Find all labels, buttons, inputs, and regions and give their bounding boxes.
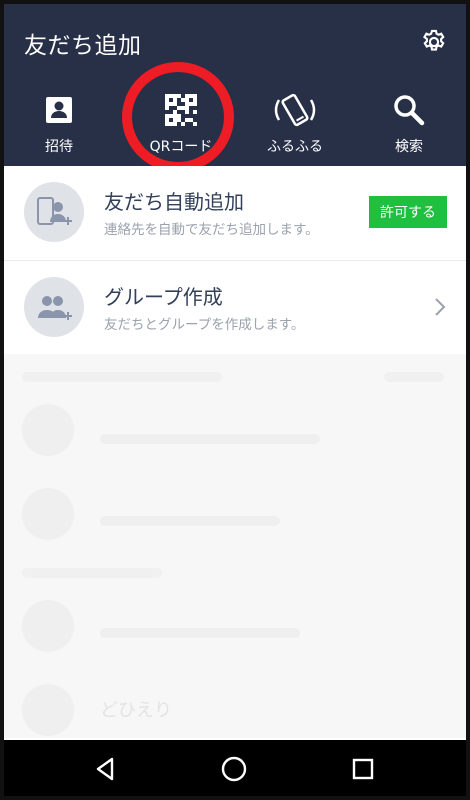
avatar: [22, 600, 74, 652]
tab-label: 検索: [395, 139, 423, 155]
tab-invite[interactable]: 招待: [4, 90, 114, 162]
group-add-icon: [24, 277, 84, 337]
row-subtitle: 連絡先を自動で友だち追加します。: [104, 222, 319, 238]
shake-phone-icon: [240, 92, 350, 128]
create-group-row[interactable]: グループ作成 友だちとグループを作成します。: [4, 261, 466, 355]
tab-label: 招待: [45, 139, 73, 155]
section-action-placeholder: [384, 372, 444, 382]
list-item: [100, 516, 280, 526]
highlight-circle: [122, 62, 234, 172]
header: 友だち追加 招待 QRコード ふるふる 検索: [4, 4, 466, 166]
avatar: [22, 684, 74, 736]
recent-apps-icon[interactable]: [348, 754, 378, 784]
list-item: [100, 434, 320, 444]
section-header-placeholder: [22, 568, 162, 578]
tab-bar: 招待 QRコード ふるふる 検索: [4, 90, 466, 162]
avatar: [22, 488, 74, 540]
page-title: 友だち追加: [24, 33, 142, 59]
section-header-placeholder: [22, 372, 222, 382]
gear-icon[interactable]: [420, 28, 448, 56]
row-title: グループ作成: [104, 285, 223, 309]
screen: 友だち追加 招待 QRコード ふるふる 検索 友だち自動追加 連絡先を自動で友だ…: [0, 0, 470, 800]
tab-search[interactable]: 検索: [354, 90, 464, 162]
tab-label: ふるふる: [267, 139, 323, 155]
chevron-right-icon: [432, 295, 448, 319]
allow-button[interactable]: 許可する: [369, 196, 447, 228]
tab-shake[interactable]: ふるふる: [240, 90, 350, 162]
list-item-name: どひえり: [100, 700, 172, 721]
phone-add-friend-icon: [24, 182, 84, 242]
avatar: [22, 404, 74, 456]
home-icon[interactable]: [219, 754, 249, 784]
list-item: [100, 628, 300, 638]
contact-card-icon: [4, 92, 114, 128]
auto-add-friends-row[interactable]: 友だち自動追加 連絡先を自動で友だち追加します。 許可する: [4, 166, 466, 260]
system-nav-bar: [4, 740, 466, 796]
row-subtitle: 友だちとグループを作成します。: [104, 317, 305, 333]
back-icon[interactable]: [90, 754, 120, 784]
faded-recommendations: どひえり: [4, 354, 466, 738]
search-icon: [354, 92, 464, 128]
row-title: 友だち自動追加: [104, 190, 244, 214]
